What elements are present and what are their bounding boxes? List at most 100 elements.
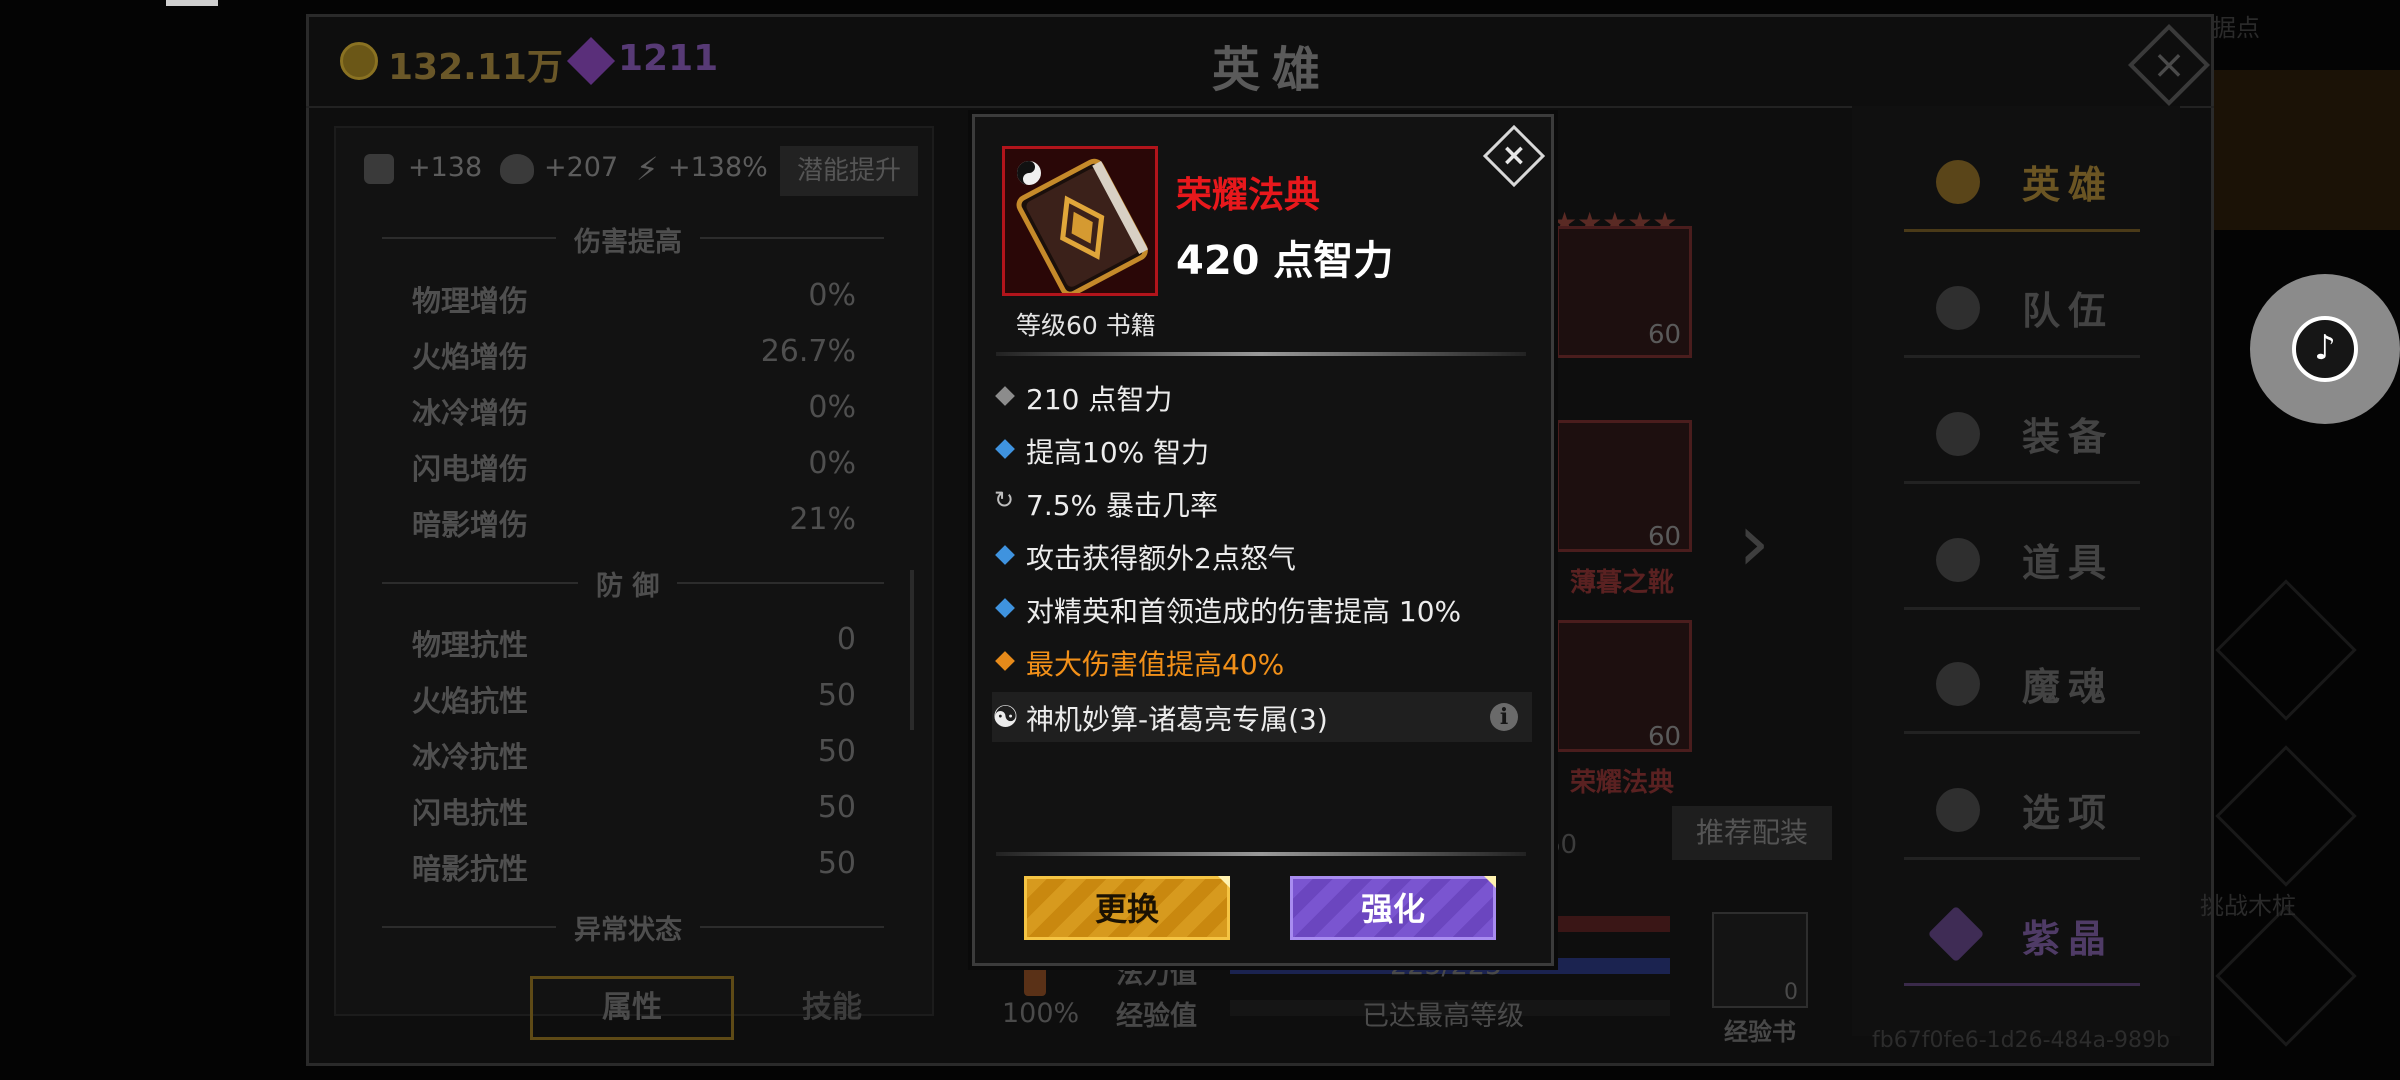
menu-item-label: 选项 bbox=[2022, 791, 2115, 835]
stat-value: 0 bbox=[836, 622, 856, 657]
orange-diamond-icon bbox=[995, 651, 1015, 671]
gold-coin-icon bbox=[340, 42, 378, 80]
close-icon: × bbox=[1501, 138, 1527, 173]
heart-icon bbox=[500, 154, 534, 184]
set-bonus-text: 神机妙算-诸葛亮专属(3) bbox=[1026, 703, 1328, 736]
reroll-icon: ↻ bbox=[994, 486, 1015, 514]
tab-attributes[interactable]: 属性 bbox=[530, 976, 734, 1040]
menu-item-soul[interactable]: 魔魂 bbox=[1904, 642, 2140, 734]
item-book-icon bbox=[1002, 146, 1158, 296]
stat-value: 50 bbox=[817, 790, 856, 825]
stat-value: 0% bbox=[808, 446, 856, 481]
helmet-icon bbox=[1936, 412, 1980, 456]
exp-value: 已达最高等级 bbox=[1362, 1001, 1524, 1032]
stat-name: 火焰增伤 bbox=[412, 340, 529, 374]
slot-level: 60 bbox=[1648, 320, 1682, 350]
enhance-button-label: 强化 bbox=[1360, 890, 1425, 928]
stat-name: 冰冷增伤 bbox=[412, 396, 529, 430]
strength-icon bbox=[364, 154, 394, 184]
item-main-stat: 420 点智力 bbox=[1176, 238, 1394, 284]
menu-item-label: 道具 bbox=[2022, 541, 2115, 585]
grey-diamond-icon bbox=[995, 386, 1015, 406]
blue-diamond-icon bbox=[995, 545, 1015, 565]
stat-value: 0% bbox=[808, 278, 856, 313]
health-value: +207 bbox=[544, 152, 619, 183]
slot-name: 薄暮之靴 bbox=[1570, 568, 1675, 598]
slot-level: 60 bbox=[1648, 722, 1682, 752]
stat-name: 暗影抗性 bbox=[412, 852, 529, 886]
menu-item-label: 队伍 bbox=[2022, 289, 2115, 333]
info-icon[interactable]: i bbox=[1490, 703, 1518, 731]
slot-name: 荣耀法典 bbox=[1570, 768, 1675, 798]
replace-button-label: 更换 bbox=[1094, 890, 1159, 928]
stat-value: 0% bbox=[808, 390, 856, 425]
bag-icon bbox=[1936, 538, 1980, 582]
affix-row: 对精英和首领造成的伤害提高 10% bbox=[992, 584, 1532, 634]
window-title: 英雄 bbox=[1212, 42, 1333, 98]
potion-icon bbox=[1024, 966, 1046, 996]
damage-section-title: 伤害提高 bbox=[556, 220, 700, 259]
menu-item-equipment[interactable]: 装备 bbox=[1904, 392, 2140, 484]
menu-item-hero[interactable]: 英雄 bbox=[1904, 140, 2140, 232]
corner-decoration bbox=[1484, 876, 1496, 888]
recommend-loadout-button[interactable]: 推荐配装 bbox=[1672, 806, 1832, 860]
replace-button[interactable]: 更换 bbox=[1024, 876, 1230, 940]
device-id: fb67f0fe6-1d26-484a-989b bbox=[1872, 1028, 2170, 1053]
affix-row: 攻击获得额外2点怒气 bbox=[992, 531, 1532, 581]
tiktok-icon: ♪ bbox=[2292, 316, 2358, 382]
gear-icon bbox=[1936, 788, 1980, 832]
flame-icon bbox=[1936, 662, 1980, 706]
affix-row: 最大伤害值提高40% bbox=[992, 637, 1532, 687]
menu-item-label: 装备 bbox=[2022, 415, 2115, 459]
affix-text: 7.5% 暴击几率 bbox=[1026, 489, 1219, 522]
enhance-button[interactable]: 强化 bbox=[1290, 876, 1496, 940]
gold-amount: 132.11万 bbox=[388, 47, 563, 88]
menu-item-label: 魔魂 bbox=[2022, 665, 2115, 709]
defense-section-title: 防 御 bbox=[578, 564, 678, 603]
status-bar-icon bbox=[166, 0, 218, 6]
strength-value: +138 bbox=[408, 152, 483, 183]
stat-value: 21% bbox=[789, 502, 856, 537]
stat-name: 暗影增伤 bbox=[412, 508, 529, 542]
stat-name: 物理增伤 bbox=[412, 284, 529, 318]
modal-divider bbox=[996, 352, 1526, 356]
affix-text: 攻击获得额外2点怒气 bbox=[1026, 542, 1296, 575]
blue-diamond-icon bbox=[995, 598, 1015, 618]
ghost-button-icon bbox=[2215, 905, 2357, 1047]
yin-yang-icon: ☯ bbox=[992, 700, 1019, 735]
set-bonus-row[interactable]: ☯ 神机妙算-诸葛亮专属(3) i bbox=[992, 692, 1532, 742]
item-level-type: 等级60 书籍 bbox=[1016, 311, 1156, 340]
affix-row: 210 点智力 bbox=[992, 372, 1532, 422]
menu-item-team[interactable]: 队伍 bbox=[1904, 266, 2140, 358]
item-name: 荣耀法典 bbox=[1176, 175, 1321, 216]
affix-text: 提高10% 智力 bbox=[1026, 436, 1210, 469]
affix-text: 210 点智力 bbox=[1026, 383, 1173, 416]
potion-percent: 100% bbox=[1002, 998, 1080, 1029]
next-arrow-icon[interactable]: › bbox=[1738, 496, 1770, 589]
menu-item-label: 紫晶 bbox=[2022, 917, 2115, 961]
affix-text: 最大伤害值提高40% bbox=[1026, 648, 1285, 681]
exp-label: 经验值 bbox=[1116, 1001, 1197, 1032]
stat-name: 物理抗性 bbox=[412, 628, 529, 662]
corner-decoration bbox=[1218, 876, 1230, 888]
potential-upgrade-button[interactable]: 潜能提升 bbox=[780, 146, 918, 196]
exp-book-count: 0 bbox=[1784, 980, 1798, 1005]
ghost-label: 据点 bbox=[2212, 14, 2260, 42]
tab-skills[interactable]: 技能 bbox=[780, 976, 884, 1040]
stats-scrollbar[interactable] bbox=[910, 570, 914, 730]
stat-name: 火焰抗性 bbox=[412, 684, 529, 718]
menu-item-crystal[interactable]: 紫晶 bbox=[1904, 894, 2140, 986]
stat-name: 闪电增伤 bbox=[412, 452, 529, 486]
book-icon bbox=[1005, 149, 1155, 293]
affix-row: 提高10% 智力 bbox=[992, 425, 1532, 475]
close-icon: × bbox=[2152, 42, 2186, 88]
stat-value: 26.7% bbox=[760, 334, 856, 369]
menu-item-options[interactable]: 选项 bbox=[1904, 768, 2140, 860]
menu-item-items[interactable]: 道具 bbox=[1904, 518, 2140, 610]
affix-text: 对精英和首领造成的伤害提高 10% bbox=[1026, 595, 1462, 628]
hero-icon bbox=[1936, 160, 1980, 204]
status-section-title: 异常状态 bbox=[556, 908, 700, 947]
slot-level: 60 bbox=[1648, 522, 1682, 552]
modal-divider bbox=[996, 852, 1526, 856]
stat-name: 冰冷抗性 bbox=[412, 740, 529, 774]
